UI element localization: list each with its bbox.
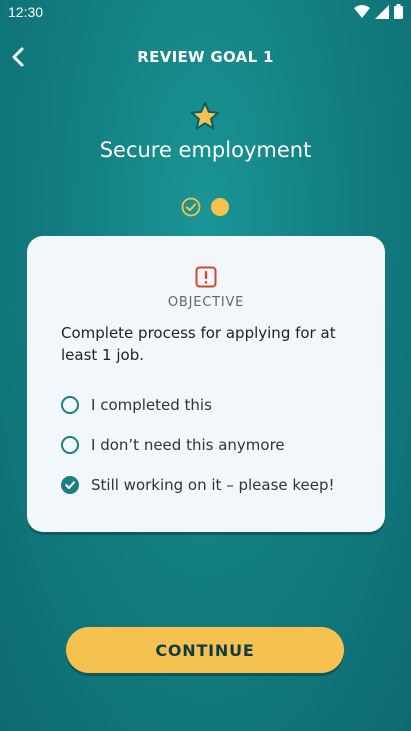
objective-card: OBJECTIVE Complete process for applying … bbox=[27, 236, 385, 532]
status-icons bbox=[354, 4, 403, 19]
radio-unchecked[interactable] bbox=[61, 396, 79, 414]
goal-title: Secure employment bbox=[99, 138, 312, 162]
objective-text: Complete process for applying for at lea… bbox=[61, 324, 336, 364]
wifi-icon bbox=[354, 4, 370, 18]
option-label: Still working on it – please keep! bbox=[91, 476, 335, 494]
alert-icon bbox=[195, 266, 217, 288]
continue-button[interactable]: CONTINUE bbox=[66, 627, 344, 673]
signal-icon bbox=[375, 4, 389, 19]
checkmark-icon bbox=[65, 481, 75, 489]
radio-unchecked[interactable] bbox=[61, 436, 79, 454]
step-current-dot bbox=[211, 198, 229, 216]
option-still-working[interactable]: Still working on it – please keep! bbox=[61, 474, 335, 496]
step-indicator bbox=[181, 197, 229, 217]
objective-label: OBJECTIVE bbox=[167, 295, 245, 310]
step-complete-icon bbox=[181, 197, 201, 217]
option-not-needed[interactable]: I don’t need this anymore bbox=[61, 434, 285, 456]
option-label: I don’t need this anymore bbox=[91, 436, 285, 454]
status-bar: 12:30 bbox=[0, 0, 411, 24]
status-time: 12:30 bbox=[8, 4, 44, 20]
battery-icon bbox=[394, 4, 403, 19]
page-title: REVIEW GOAL 1 bbox=[137, 48, 274, 66]
radio-checked[interactable] bbox=[61, 476, 79, 494]
star-icon bbox=[190, 102, 220, 130]
option-label: I completed this bbox=[91, 396, 212, 414]
option-completed[interactable]: I completed this bbox=[61, 394, 212, 416]
header: REVIEW GOAL 1 bbox=[0, 40, 411, 74]
